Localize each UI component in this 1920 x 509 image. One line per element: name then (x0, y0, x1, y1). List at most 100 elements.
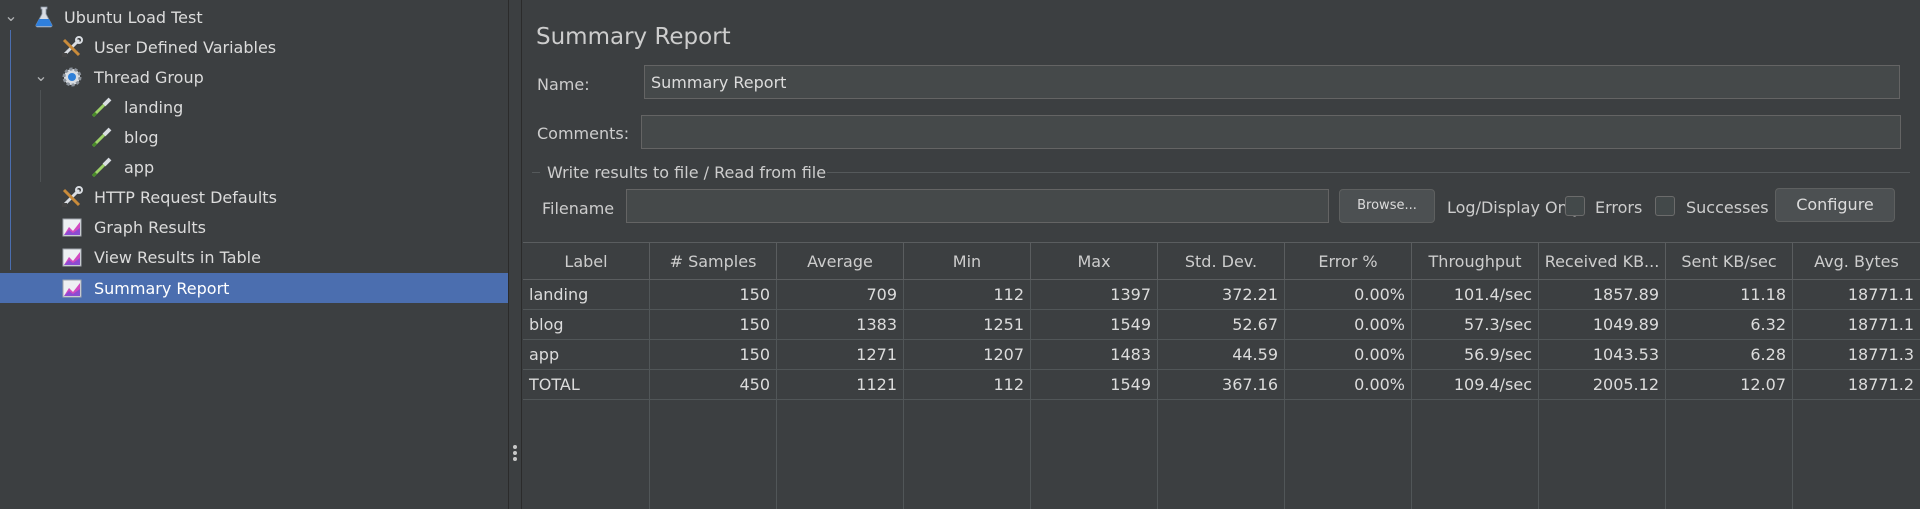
table-cell: 6.28 (1666, 340, 1793, 370)
test-plan-tree: ⌄ Ubuntu Load Test User Defined Variable… (0, 0, 508, 509)
column-separator (1157, 280, 1158, 509)
successes-checkbox[interactable] (1655, 196, 1675, 216)
table-cell: 101.4/sec (1412, 280, 1539, 310)
pipette-icon (90, 156, 114, 178)
column-separator (1538, 280, 1539, 509)
column-header-min[interactable]: Min (904, 243, 1031, 280)
table-cell: 112 (904, 370, 1031, 400)
tree-item-http-request-defaults[interactable]: HTTP Request Defaults (0, 182, 508, 212)
table-cell: 0.00% (1285, 370, 1412, 400)
column-header-received-kb[interactable]: Received KB... (1539, 243, 1666, 280)
table-cell: 1049.89 (1539, 310, 1666, 340)
comments-field[interactable] (641, 115, 1901, 149)
table-cell: 18771.3 (1847, 345, 1914, 364)
table-row[interactable]: blog 150 1383 1251 1549 52.67 0.00% 57.3… (523, 310, 1920, 340)
splitter-line (508, 0, 509, 509)
column-separator (1792, 280, 1793, 509)
table-cell: 18771.1 (1847, 315, 1914, 334)
tree-item-user-defined-variables[interactable]: User Defined Variables (0, 32, 508, 62)
splitter-grip-dot (513, 451, 517, 455)
table-cell: 150 (650, 280, 777, 310)
column-header-error-percent[interactable]: Error % (1285, 243, 1412, 280)
filename-input[interactable] (626, 189, 1329, 223)
tree-item-ubuntu-load-test[interactable]: ⌄ Ubuntu Load Test (0, 2, 508, 32)
file-group-title: Write results to file / Read from file (547, 163, 827, 182)
tree-item-thread-group[interactable]: ⌄ Thread Group (0, 62, 508, 92)
tools-icon (60, 186, 84, 208)
column-separator (776, 280, 777, 509)
table-cell: 367.16 (1158, 370, 1285, 400)
column-header-avg-bytes[interactable]: Avg. Bytes (1793, 243, 1920, 280)
panel-splitter[interactable] (508, 0, 522, 509)
splitter-grip-dot (513, 445, 517, 449)
table-cell: 1383 (777, 310, 904, 340)
column-separator (1665, 280, 1666, 509)
chart-icon (60, 216, 84, 238)
group-border (827, 172, 1910, 173)
table-cell: 372.21 (1158, 280, 1285, 310)
configure-button[interactable]: Configure (1775, 188, 1895, 222)
table-cell: 150 (650, 340, 777, 370)
column-header-throughput[interactable]: Throughput (1412, 243, 1539, 280)
table-header-row: Label # Samples Average Min Max Std. Dev… (523, 242, 1920, 280)
tree-item-graph-results[interactable]: Graph Results (0, 212, 508, 242)
table-cell: 1549 (1031, 310, 1158, 340)
name-field[interactable]: Summary Report (644, 65, 1900, 99)
table-row[interactable]: app 150 1271 1207 1483 44.59 0.00% 56.9/… (523, 340, 1920, 370)
tree-item-app[interactable]: app (0, 152, 508, 182)
table-cell: TOTAL (523, 370, 650, 400)
pipette-icon (90, 96, 114, 118)
successes-label: Successes (1686, 198, 1769, 217)
gear-icon (60, 66, 84, 88)
tree-item-label: Summary Report (94, 279, 230, 298)
tree-item-label: app (124, 158, 155, 177)
table-row[interactable]: landing 150 709 112 1397 372.21 0.00% 10… (523, 280, 1920, 310)
column-separator (1284, 280, 1285, 509)
table-cell: 0.00% (1285, 310, 1412, 340)
table-cell: 1207 (904, 340, 1031, 370)
group-border (532, 172, 540, 173)
tree-item-view-results-in-table[interactable]: View Results in Table (0, 242, 508, 272)
table-cell: 109.4/sec (1412, 370, 1539, 400)
table-cell: 2005.12 (1539, 370, 1666, 400)
table-cell: 1857.89 (1539, 280, 1666, 310)
chart-icon (60, 277, 84, 299)
table-cell: 1251 (904, 310, 1031, 340)
table-cell: 1483 (1031, 340, 1158, 370)
jmeter-window: ⌄ Ubuntu Load Test User Defined Variable… (0, 0, 1920, 509)
tree-item-blog[interactable]: blog (0, 122, 508, 152)
table-cell: 112 (904, 280, 1031, 310)
table-cell: 0.00% (1285, 280, 1412, 310)
table-cell: 52.67 (1158, 310, 1285, 340)
column-header-average[interactable]: Average (777, 243, 904, 280)
splitter-grip-dot (513, 457, 517, 461)
column-header-sent-kb[interactable]: Sent KB/sec (1666, 243, 1793, 280)
column-header-samples[interactable]: # Samples (650, 243, 777, 280)
table-cell: 0.00% (1285, 340, 1412, 370)
column-header-label[interactable]: Label (523, 243, 650, 280)
column-separator (1030, 280, 1031, 509)
tree-item-label: landing (124, 98, 184, 117)
table-cell: 18771.2 (1847, 375, 1914, 394)
column-header-std-dev[interactable]: Std. Dev. (1158, 243, 1285, 280)
pipette-icon (90, 126, 114, 148)
chevron-down-icon[interactable]: ⌄ (2, 7, 20, 25)
tree-item-landing[interactable]: landing (0, 92, 508, 122)
table-cell: 450 (650, 370, 777, 400)
table-cell: 12.07 (1666, 370, 1793, 400)
tree-item-label: View Results in Table (94, 248, 261, 267)
table-cell: 18771.1 (1847, 285, 1914, 304)
name-label: Name: (537, 75, 590, 94)
table-cell: 709 (777, 280, 904, 310)
chevron-down-icon[interactable]: ⌄ (32, 67, 50, 85)
table-row-total[interactable]: TOTAL 450 1121 112 1549 367.16 0.00% 109… (523, 370, 1920, 400)
browse-button[interactable]: Browse... (1339, 189, 1435, 223)
errors-label: Errors (1595, 198, 1643, 217)
summary-table: Label # Samples Average Min Max Std. Dev… (523, 242, 1920, 509)
errors-checkbox[interactable] (1565, 196, 1585, 216)
column-separator (1411, 280, 1412, 509)
tree-item-label: blog (124, 128, 159, 147)
column-header-max[interactable]: Max (1031, 243, 1158, 280)
table-cell: 150 (650, 310, 777, 340)
tree-item-summary-report[interactable]: Summary Report (0, 273, 508, 303)
